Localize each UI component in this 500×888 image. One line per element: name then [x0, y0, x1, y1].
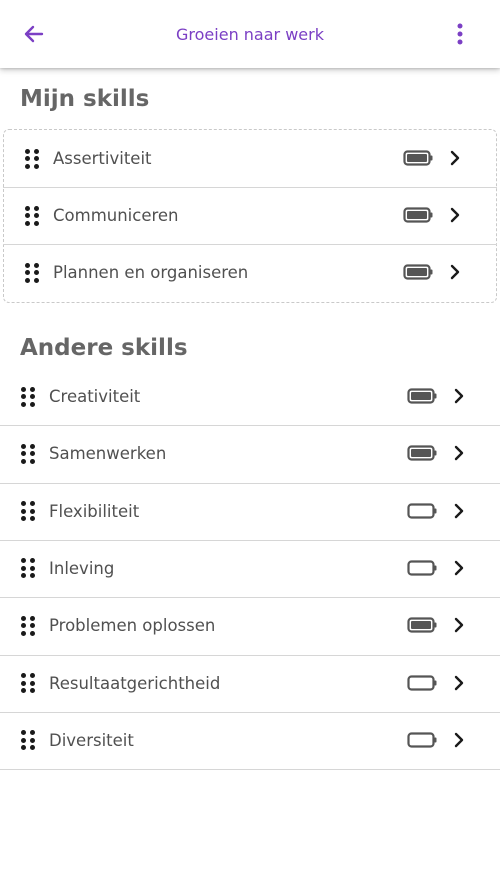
chevron-right-icon[interactable] [449, 150, 461, 166]
battery-icon [407, 674, 437, 691]
battery-icon [403, 207, 433, 223]
skill-row[interactable]: Plannen en organiseren [3, 244, 497, 301]
skill-row[interactable]: Creativiteit [0, 368, 500, 425]
battery-icon [403, 264, 433, 280]
battery-icon [407, 732, 437, 748]
app-bar: Groeien naar werk [0, 0, 500, 68]
page-title: Groeien naar werk [176, 24, 324, 44]
drag-handle-icon[interactable] [25, 205, 39, 226]
chevron-right-icon[interactable] [449, 207, 461, 223]
my-skills-heading: Mijn skills [20, 86, 150, 112]
drag-handle-icon[interactable] [21, 501, 35, 522]
battery-icon [407, 388, 437, 404]
skill-row[interactable]: Resultaatgerichtheid [0, 655, 500, 712]
skill-row[interactable]: Inleving [0, 540, 500, 597]
row-divider [0, 769, 500, 771]
drag-handle-icon[interactable] [21, 443, 35, 464]
chevron-right-icon[interactable] [453, 617, 465, 633]
skill-row[interactable]: Flexibiliteit [0, 483, 500, 540]
skill-row[interactable]: Communiceren [3, 187, 497, 244]
chevron-right-icon[interactable] [453, 560, 465, 576]
chevron-right-icon[interactable] [453, 732, 465, 748]
chevron-right-icon[interactable] [453, 388, 465, 404]
skill-row[interactable]: Samenwerken [0, 425, 500, 482]
drag-handle-icon[interactable] [21, 386, 35, 407]
chevron-right-icon[interactable] [453, 503, 465, 519]
battery-icon [407, 445, 437, 461]
drag-handle-icon[interactable] [21, 730, 35, 751]
chevron-right-icon[interactable] [449, 264, 461, 280]
skill-row[interactable]: Diversiteit [0, 712, 500, 769]
more-vertical-icon [457, 23, 463, 45]
back-button[interactable] [14, 18, 54, 50]
drag-handle-icon[interactable] [25, 148, 39, 169]
skill-row[interactable]: Assertiviteit [3, 130, 497, 187]
battery-icon [407, 502, 437, 519]
chevron-right-icon[interactable] [453, 445, 465, 461]
battery-icon [407, 617, 437, 633]
arrow-left-icon [24, 25, 44, 43]
drag-handle-icon[interactable] [21, 673, 35, 693]
drag-handle-icon[interactable] [25, 262, 39, 283]
chevron-right-icon[interactable] [453, 675, 465, 691]
other-skills-heading: Andere skills [20, 335, 188, 361]
drag-handle-icon[interactable] [21, 615, 35, 636]
skill-row[interactable]: Problemen oplossen [0, 597, 500, 654]
battery-icon [407, 560, 437, 576]
battery-icon [403, 150, 433, 166]
drag-handle-icon[interactable] [21, 558, 35, 579]
more-options-button[interactable] [448, 18, 472, 50]
